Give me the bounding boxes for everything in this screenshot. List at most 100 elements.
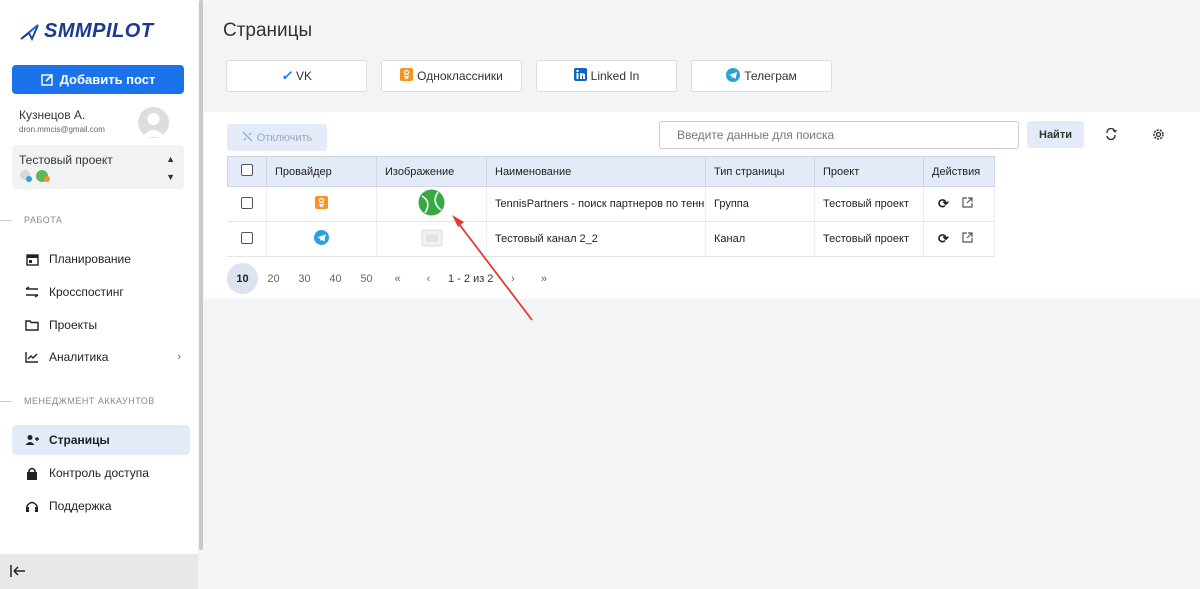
telegram-icon [726, 67, 741, 85]
header-actions: Действия [923, 156, 995, 187]
provider-cell [266, 186, 377, 222]
table-row: Тестовый канал 2_2 Канал Тестовый проект… [227, 221, 995, 257]
external-link-icon[interactable] [962, 197, 973, 211]
tab-linkedin[interactable]: Linked In [536, 60, 677, 92]
rocket-icon [20, 23, 39, 41]
refresh-icon[interactable] [1104, 127, 1118, 141]
header-page-type[interactable]: Тип страницы [705, 156, 815, 187]
type-cell: Канал [705, 221, 815, 257]
sidebar-item-label: Кросспостинг [49, 285, 124, 299]
type-cell: Группа [705, 186, 815, 222]
page-size-50[interactable]: 50 [351, 263, 382, 294]
calendar-icon [25, 252, 39, 266]
disconnect-label: Отключить [256, 131, 313, 144]
header-provider[interactable]: Провайдер [266, 156, 377, 187]
avatar[interactable] [138, 107, 169, 138]
logo-text: SMMPILOT [44, 20, 154, 42]
tennis-badge-icon [36, 170, 50, 182]
search-input[interactable] [659, 121, 1019, 149]
row-checkbox[interactable] [240, 196, 253, 209]
project-selector[interactable]: Тестовый проект ▲ ▼ [12, 145, 184, 189]
actions-cell: ⟳ [923, 221, 995, 257]
header-image[interactable]: Изображение [376, 156, 487, 187]
linkedin-icon [573, 68, 587, 84]
project-account-icons [19, 169, 51, 183]
page-title: Страницы [223, 20, 313, 41]
tab-label: Телеграм [744, 69, 797, 83]
chevron-right-icon: › [177, 351, 181, 363]
ok-icon [315, 196, 328, 212]
sidebar-item-analytics[interactable]: Аналитика › [12, 342, 190, 372]
sidebar-scrollbar[interactable] [199, 0, 203, 550]
vk-icon: ✓ [281, 68, 292, 83]
sidebar: SMMPILOT Добавить пост Кузнецов А. dron.… [0, 0, 198, 589]
table-row: TennisPartners - поиск партнеров по тенн… [227, 186, 995, 222]
page-size-40[interactable]: 40 [320, 263, 351, 294]
project-cell: Тестовый проект [814, 221, 924, 257]
sidebar-item-crossposting[interactable]: Кросспостинг [12, 277, 190, 307]
logo[interactable]: SMMPILOT [20, 20, 154, 43]
add-post-label: Добавить пост [59, 72, 156, 87]
page-size-20[interactable]: 20 [258, 263, 289, 294]
page-size-10[interactable]: 10 [227, 263, 258, 294]
sidebar-item-label: Поддержка [49, 499, 112, 513]
chart-icon [25, 350, 39, 364]
annotation-arrow [452, 215, 533, 321]
sidebar-item-projects[interactable]: Проекты [12, 310, 190, 340]
chevron-up-icon: ▲ [166, 154, 175, 164]
folder-icon [25, 318, 39, 332]
edit-icon [40, 74, 53, 86]
gear-icon[interactable] [1151, 127, 1165, 141]
collapse-sidebar-button[interactable] [0, 554, 198, 589]
telegram-icon [314, 230, 329, 248]
collapse-left-icon [10, 564, 26, 580]
settings-badge-icon [20, 170, 32, 182]
header-project[interactable]: Проект [814, 156, 924, 187]
sidebar-item-label: Проекты [49, 318, 98, 332]
row-select-cell[interactable] [227, 221, 267, 257]
project-name: Тестовый проект [19, 153, 113, 167]
tab-label: Linked In [590, 69, 640, 83]
user-name: Кузнецов А. [19, 108, 86, 122]
actions-cell: ⟳ [923, 186, 995, 222]
pages-table: Провайдер Изображение Наименование Тип с… [227, 156, 995, 257]
select-all-checkbox[interactable] [241, 164, 253, 176]
first-page-icon[interactable]: « [382, 263, 413, 294]
user-email: dron.mmcis@gmail.com [19, 125, 105, 134]
section-work: РАБОТА [0, 215, 62, 225]
select-all-cell[interactable] [227, 156, 267, 187]
sync-icon[interactable]: ⟳ [938, 231, 949, 247]
sidebar-item-access-control[interactable]: Контроль доступа [12, 458, 190, 488]
sidebar-item-planning[interactable]: Планирование [12, 244, 190, 274]
headset-icon [25, 499, 39, 513]
sidebar-item-label: Страницы [49, 433, 110, 447]
tab-label: Одноклассники [417, 69, 503, 83]
add-post-button[interactable]: Добавить пост [12, 65, 184, 94]
tab-telegram[interactable]: Телеграм [691, 60, 832, 92]
arrows-icon [25, 285, 39, 299]
header-name[interactable]: Наименование [486, 156, 706, 187]
row-checkbox[interactable] [240, 231, 253, 244]
row-select-cell[interactable] [227, 186, 267, 222]
section-accounts: МЕНЕДЖМЕНТ АККАУНТОВ [0, 396, 155, 406]
sidebar-item-support[interactable]: Поддержка [12, 491, 190, 521]
disconnect-button[interactable]: Отключить [227, 124, 327, 151]
sidebar-item-pages[interactable]: Страницы [12, 425, 190, 455]
ok-icon [400, 68, 414, 84]
tab-ok[interactable]: Одноклассники [381, 60, 522, 92]
unlink-icon [242, 131, 253, 145]
tab-vk[interactable]: ✓ VK [226, 60, 367, 92]
sidebar-item-label: Контроль доступа [49, 466, 149, 480]
provider-cell [266, 221, 377, 257]
page-size-30[interactable]: 30 [289, 263, 320, 294]
table-header-row: Провайдер Изображение Наименование Тип с… [227, 156, 995, 187]
person-add-icon [25, 433, 39, 447]
tab-label: VK [295, 69, 312, 83]
sidebar-item-label: Планирование [49, 252, 131, 266]
find-button[interactable]: Найти [1027, 121, 1084, 148]
external-link-icon[interactable] [962, 232, 973, 246]
project-cell: Тестовый проект [814, 186, 924, 222]
sidebar-item-label: Аналитика [49, 350, 109, 364]
chevron-down-icon: ▼ [166, 172, 175, 182]
sync-icon[interactable]: ⟳ [938, 196, 949, 212]
